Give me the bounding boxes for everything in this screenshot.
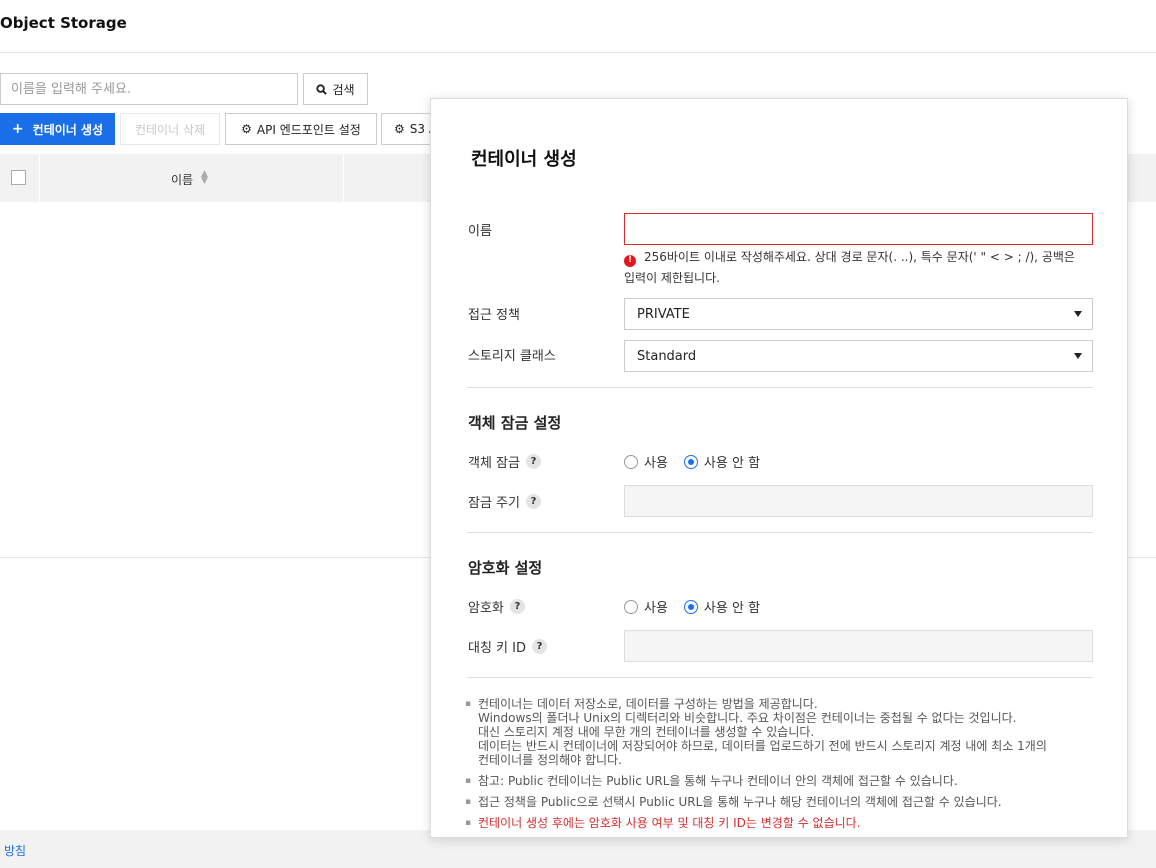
object-lock-radio-group: 사용 사용 안 함 — [624, 452, 770, 471]
note-item: 접근 정책을 Public으로 선택시 Public URL을 통해 누구나 해… — [465, 795, 1105, 809]
lock-period-label: 잠금 주기 ? — [468, 492, 541, 511]
delete-container-label: 컨테이너 삭제 — [134, 122, 206, 137]
encryption-section-title: 암호화 설정 — [468, 559, 543, 577]
search-button-label: 검색 — [332, 82, 355, 97]
container-name-input[interactable] — [624, 213, 1093, 245]
object-lock-label: 객체 잠금 ? — [468, 452, 541, 471]
help-icon[interactable]: ? — [532, 639, 547, 654]
access-policy-label: 접근 정책 — [468, 308, 520, 323]
warning-note-item: 컨테이너 생성 후에는 암호화 사용 여부 및 대칭 키 ID는 변경할 수 없… — [465, 816, 1105, 830]
name-error-message: ! 256바이트 이내로 작성해주세요. 상대 경로 문자(. ..), 특수 문… — [624, 247, 1094, 289]
name-label: 이름 — [468, 224, 492, 239]
key-id-input[interactable] — [624, 630, 1093, 662]
error-icon: ! — [624, 254, 636, 267]
search-input[interactable] — [0, 73, 298, 105]
note-line: 컨테이너를 정의해야 합니다. — [478, 753, 622, 767]
sort-icon[interactable]: ▲ ▼ — [201, 170, 208, 186]
page-title: Object Storage — [0, 14, 127, 32]
note-item: 컨테이너는 데이터 저장소로, 데이터를 구성하는 방법을 제공합니다. Win… — [465, 697, 1105, 767]
object-lock-not-use-label[interactable]: 사용 안 함 — [704, 452, 760, 471]
gear-icon: ⚙ — [394, 122, 405, 136]
help-icon[interactable]: ? — [525, 494, 541, 509]
delete-container-button[interactable]: 컨테이너 삭제 — [120, 113, 220, 145]
chevron-down-icon — [1074, 353, 1082, 359]
help-icon[interactable]: ? — [525, 454, 541, 469]
section-divider — [467, 677, 1093, 678]
column-divider — [343, 154, 344, 202]
name-error-line1: 256바이트 이내로 작성해주세요. 상대 경로 문자(. ..), 특수 문자… — [644, 250, 1075, 264]
note-line: Windows의 폴더나 Unix의 디렉터리와 비슷합니다. 주요 차이점은 … — [478, 711, 1017, 725]
api-endpoint-label: API 엔드포인트 설정 — [256, 122, 361, 137]
create-container-button[interactable]: + 컨테이너 생성 — [0, 113, 115, 145]
column-header-name[interactable]: 이름 — [171, 171, 193, 188]
object-lock-use-radio[interactable] — [624, 454, 638, 469]
note-line: 데이터는 반드시 컨테이너에 저장되어야 하므로, 데이터를 업로드하기 전에 … — [478, 739, 1047, 753]
help-icon[interactable]: ? — [509, 599, 525, 614]
object-lock-label-text: 객체 잠금 — [468, 456, 520, 471]
search-button[interactable]: 검색 — [303, 73, 368, 105]
note-line: 대신 스토리지 계정 내에 무한 개의 컨테이너를 생성할 수 있습니다. — [478, 725, 815, 739]
note-line: 컨테이너는 데이터 저장소로, 데이터를 구성하는 방법을 제공합니다. — [478, 697, 818, 711]
create-container-label: 컨테이너 생성 — [32, 122, 104, 137]
name-error-line2: 입력이 제한됩니다. — [624, 271, 720, 285]
chevron-down-icon — [1074, 311, 1082, 317]
dialog-title: 컨테이너 생성 — [471, 149, 577, 170]
note-item: 참고: Public 컨테이너는 Public URL을 통해 누구나 컨테이너… — [465, 774, 1105, 788]
encryption-not-use-label[interactable]: 사용 안 함 — [704, 597, 760, 616]
lock-period-input[interactable] — [624, 485, 1093, 517]
storage-class-value: Standard — [637, 348, 697, 364]
encryption-not-use-radio[interactable] — [683, 599, 698, 614]
encryption-use-label[interactable]: 사용 — [644, 597, 668, 616]
plus-icon: + — [11, 121, 24, 137]
storage-class-select[interactable]: Standard — [624, 340, 1093, 372]
key-id-label-text: 대칭 키 ID — [468, 641, 526, 656]
lock-period-label-text: 잠금 주기 — [468, 496, 520, 511]
create-container-dialog: 컨테이너 생성 이름 ! 256바이트 이내로 작성해주세요. 상대 경로 문자(… — [430, 98, 1128, 838]
key-id-label: 대칭 키 ID ? — [468, 637, 547, 656]
section-divider — [467, 532, 1093, 533]
encryption-label-text: 암호화 — [468, 601, 504, 616]
encryption-radio-group: 사용 사용 안 함 — [624, 597, 770, 616]
note-line: 컨테이너 생성 후에는 암호화 사용 여부 및 대칭 키 ID는 변경할 수 없… — [478, 816, 861, 830]
note-line: 접근 정책을 Public으로 선택시 Public URL을 통해 누구나 해… — [478, 795, 1002, 809]
policy-link[interactable]: 방침 — [4, 842, 26, 859]
api-endpoint-settings-button[interactable]: ⚙ API 엔드포인트 설정 — [225, 113, 377, 145]
object-lock-not-use-radio[interactable] — [683, 454, 698, 469]
access-policy-select[interactable]: PRIVATE — [624, 298, 1093, 330]
object-lock-section-title: 객체 잠금 설정 — [468, 414, 562, 432]
title-divider — [0, 52, 1156, 53]
search-icon — [316, 83, 328, 95]
select-all-checkbox[interactable] — [11, 170, 26, 185]
encryption-use-radio[interactable] — [624, 599, 638, 614]
object-lock-use-label[interactable]: 사용 — [644, 452, 668, 471]
notes-list: 컨테이너는 데이터 저장소로, 데이터를 구성하는 방법을 제공합니다. Win… — [465, 697, 1105, 837]
note-line: 참고: Public 컨테이너는 Public URL을 통해 누구나 컨테이너… — [478, 774, 958, 788]
storage-class-label: 스토리지 클래스 — [468, 349, 556, 364]
access-policy-value: PRIVATE — [637, 306, 690, 322]
encryption-label: 암호화 ? — [468, 597, 525, 616]
column-divider — [39, 154, 40, 202]
gear-icon: ⚙ — [241, 122, 252, 136]
section-divider — [467, 387, 1093, 388]
